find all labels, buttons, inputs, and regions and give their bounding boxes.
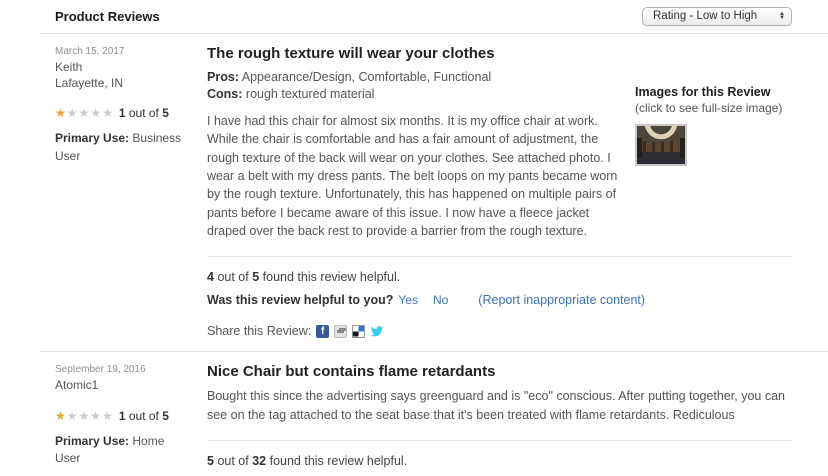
- report-link[interactable]: (Report inappropriate content): [478, 293, 645, 307]
- images-title: Images for this Review: [635, 85, 782, 99]
- star-icon: ★: [79, 106, 91, 120]
- select-arrows-icon: ▲▼: [779, 12, 785, 21]
- review-text-block: Pros: Appearance/Design, Comfortable, Fu…: [207, 69, 619, 240]
- star-icon: ★: [55, 409, 67, 423]
- star-rating: ★★★★★: [55, 106, 114, 120]
- rating-value: 1: [119, 106, 126, 120]
- review-date: March 15, 2017: [55, 46, 207, 57]
- helpful-count: 5 out of 32 found this review helpful.: [207, 454, 792, 468]
- review-title: Nice Chair but contains flame retardants: [207, 363, 792, 380]
- share-row: Share this Review: f: [207, 324, 792, 338]
- helpful-yes-link[interactable]: Yes: [398, 293, 418, 307]
- primary-use: Primary Use: Home User: [55, 433, 185, 468]
- review-cons: Cons: rough textured material: [207, 86, 619, 103]
- review-body: I have had this chair for almost six mon…: [207, 112, 619, 241]
- star-icon: ★: [90, 409, 102, 423]
- cons-value: rough textured material: [246, 87, 375, 101]
- helpful-count: 4 out of 5 found this review helpful.: [207, 270, 792, 284]
- star-icon: ★: [102, 106, 114, 120]
- digg-icon[interactable]: [334, 325, 347, 338]
- star-icon: ★: [90, 106, 102, 120]
- review-content-column: The rough texture will wear your clothes…: [207, 42, 792, 351]
- review-body: Bought this since the advertising says g…: [207, 387, 792, 424]
- review-pros: Pros: Appearance/Design, Comfortable, Fu…: [207, 69, 619, 86]
- sort-select[interactable]: Rating - Low to High ▲▼: [642, 7, 792, 26]
- star-icon: ★: [102, 409, 114, 423]
- review-item: September 19, 2016 Atomic1 ★★★★★1 out of…: [0, 352, 828, 476]
- review-rating: ★★★★★1 out of 5: [55, 106, 207, 120]
- rating-max: 5: [162, 106, 169, 120]
- star-icon: ★: [55, 106, 67, 120]
- review-location: Lafayette, IN: [55, 76, 207, 92]
- helpful-vote-row: Was this review helpful to you?YesNo(Rep…: [207, 293, 792, 307]
- content-divider: [207, 440, 792, 441]
- delicious-icon[interactable]: [352, 325, 365, 338]
- review-item: March 15, 2017 Keith Lafayette, IN ★★★★★…: [0, 34, 828, 351]
- primary-use-label: Primary Use:: [55, 131, 129, 145]
- chair-photo-image: [637, 126, 685, 164]
- review-author: Atomic1: [55, 378, 207, 394]
- content-divider: [207, 256, 792, 257]
- primary-use-label: Primary Use:: [55, 434, 129, 448]
- review-meta-column: March 15, 2017 Keith Lafayette, IN ★★★★★…: [55, 42, 207, 351]
- star-icon: ★: [67, 106, 79, 120]
- review-rating: ★★★★★1 out of 5: [55, 409, 207, 423]
- review-content-column: Nice Chair but contains flame retardants…: [207, 360, 792, 476]
- star-icon: ★: [79, 409, 91, 423]
- rating-max: 5: [162, 409, 169, 423]
- sort-select-value: Rating - Low to High: [653, 10, 757, 22]
- twitter-icon[interactable]: [370, 325, 383, 338]
- primary-use: Primary Use: Business User: [55, 130, 185, 165]
- pros-value: Appearance/Design, Comfortable, Function…: [242, 70, 491, 84]
- facebook-icon[interactable]: f: [316, 325, 329, 338]
- star-rating: ★★★★★: [55, 409, 114, 423]
- review-photo-thumbnail[interactable]: [635, 124, 687, 166]
- review-images-block: Images for this Review (click to see ful…: [635, 69, 782, 240]
- page-title: Product Reviews: [55, 9, 160, 24]
- star-icon: ★: [67, 409, 79, 423]
- review-author: Keith: [55, 60, 207, 76]
- review-date: September 19, 2016: [55, 364, 207, 375]
- reviews-header: Product Reviews Rating - Low to High ▲▼: [0, 0, 828, 33]
- review-meta-column: September 19, 2016 Atomic1 ★★★★★1 out of…: [55, 360, 207, 476]
- helpful-no-link[interactable]: No: [433, 293, 448, 307]
- rating-value: 1: [119, 409, 126, 423]
- images-subtitle: (click to see full-size image): [635, 101, 782, 115]
- review-title: The rough texture will wear your clothes: [207, 45, 792, 62]
